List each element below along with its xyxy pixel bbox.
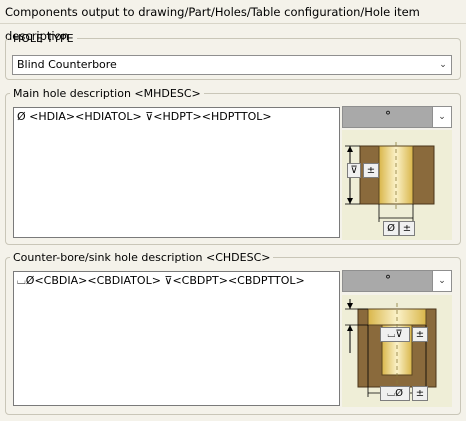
counter-depth-tol-button[interactable]: ± bbox=[412, 327, 428, 342]
counter-hole-description-input[interactable]: ⌴Ø<CBDIA><CBDIATOL> ⊽<CBDPT><CBDPTTOL> bbox=[13, 271, 340, 406]
hole-type-value: Blind Counterbore bbox=[17, 58, 117, 71]
counter-depth-symbol-button[interactable]: ⌴⊽ bbox=[380, 327, 410, 342]
chevron-down-icon[interactable]: ⌄ bbox=[432, 107, 451, 127]
main-depth-symbol-button[interactable]: ⊽ bbox=[347, 163, 361, 178]
window-title: Components output to drawing/Part/Holes/… bbox=[0, 0, 466, 43]
chevron-down-icon[interactable]: ⌄ bbox=[435, 56, 451, 74]
main-dia-tol-button[interactable]: ± bbox=[399, 221, 415, 236]
chevron-down-icon[interactable]: ⌄ bbox=[432, 271, 451, 291]
hole-type-select[interactable]: Blind Counterbore ⌄ bbox=[12, 55, 452, 75]
hole-type-legend: HOLE TYPE bbox=[13, 32, 74, 45]
counter-hole-symbol-select[interactable]: ° ⌄ bbox=[342, 270, 452, 292]
counter-hole-symbol-value: ° bbox=[385, 273, 391, 287]
counter-hole-legend: Counter-bore/sink hole description <CHDE… bbox=[13, 251, 271, 264]
counter-dia-tol-button[interactable]: ± bbox=[412, 386, 428, 401]
main-hole-legend: Main hole description <MHDESC> bbox=[13, 87, 201, 100]
counter-hole-description-text: ⌴Ø<CBDIA><CBDIATOL> ⊽<CBDPT><CBDPTTOL> bbox=[17, 274, 305, 287]
counter-dia-symbol-button[interactable]: ⌴Ø bbox=[380, 386, 410, 401]
main-hole-description-text: Ø <HDIA><HDIATOL> ⊽<HDPT><HDPTTOL> bbox=[17, 110, 272, 123]
main-hole-description-input[interactable]: Ø <HDIA><HDIATOL> ⊽<HDPT><HDPTTOL> bbox=[13, 107, 340, 238]
main-dia-symbol-button[interactable]: Ø bbox=[383, 221, 399, 236]
main-hole-symbol-value: ° bbox=[385, 109, 391, 123]
hole-bore bbox=[378, 145, 414, 205]
main-depth-tol-button[interactable]: ± bbox=[363, 163, 379, 178]
main-hole-symbol-select[interactable]: ° ⌄ bbox=[342, 106, 452, 128]
